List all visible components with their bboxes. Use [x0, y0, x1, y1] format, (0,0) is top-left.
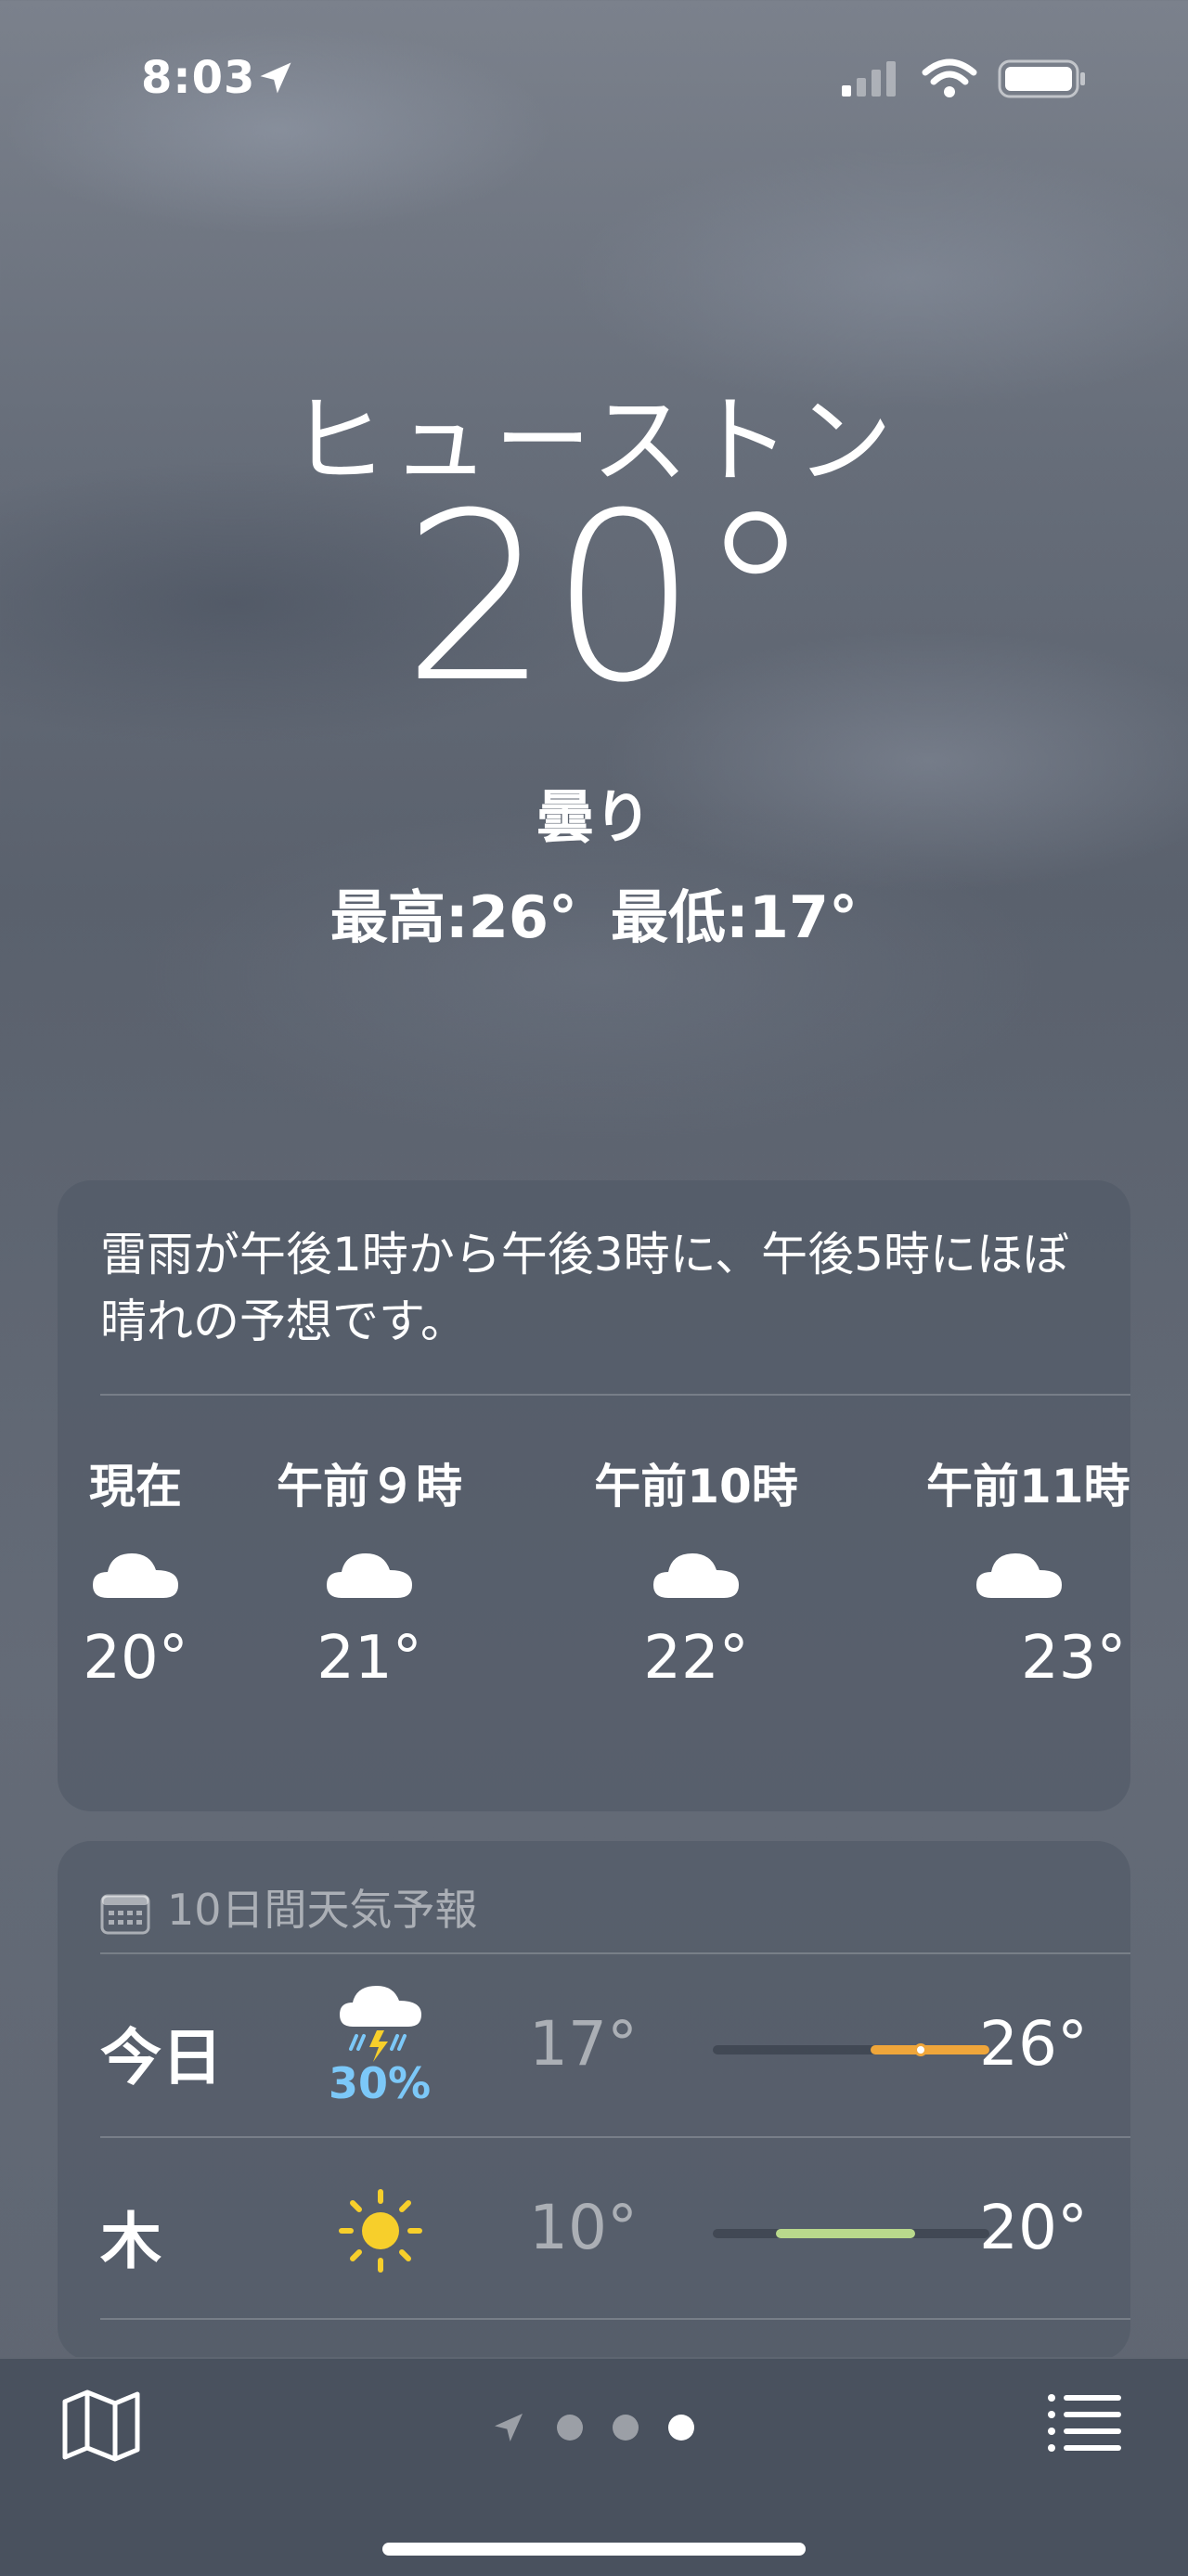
- forecast-row-today[interactable]: 今日 30% 17° 26°: [100, 1956, 1088, 2138]
- hourly-forecast-card[interactable]: 雷雨が午後1時から午後3時に、午後5時にほぼ晴れの予想です。 現在 20° 午前…: [58, 1180, 1130, 1811]
- day-name: 木: [100, 2206, 161, 2277]
- ten-day-forecast-card[interactable]: 10日間天気予報 今日 30% 17° 26° 木 10° 20°: [58, 1841, 1130, 2361]
- divider: [100, 1394, 1130, 1396]
- hour-label: 現在: [89, 1460, 182, 1513]
- location-arrow-icon: [495, 2414, 523, 2441]
- temp-range-fill: [776, 2229, 915, 2238]
- hour-label: 午前９時: [277, 1460, 462, 1513]
- high-temp: 26°: [979, 2008, 1088, 2080]
- location-arrow-icon: [260, 62, 291, 94]
- thunderstorm-icon: [340, 1986, 421, 2062]
- divider: [100, 2136, 1130, 2138]
- current-condition: 曇り: [536, 783, 652, 851]
- high-temp: 最高:26°: [329, 883, 577, 951]
- low-temp: 17°: [529, 2008, 638, 2080]
- cloud-icon: [653, 1553, 739, 1598]
- wifi-icon: [922, 58, 977, 97]
- temp-range-fill: [871, 2045, 989, 2054]
- forecast-title: 10日間天気予報: [167, 1885, 478, 1935]
- cloud-icon: [327, 1553, 412, 1598]
- low-temp: 最低:17°: [611, 883, 859, 951]
- weather-summary: 雷雨が午後1時から午後3時に、午後5時にほぼ晴れの予想です。: [100, 1228, 1069, 1348]
- precip-probability: 30%: [328, 2058, 432, 2108]
- hour-temp: 20°: [83, 1624, 188, 1693]
- page-dot-active[interactable]: [668, 2415, 694, 2441]
- status-bar: 8:03: [0, 0, 1188, 158]
- sun-icon: [339, 2189, 422, 2273]
- low-temp: 10°: [529, 2192, 638, 2263]
- day-name: 今日: [100, 2022, 223, 2093]
- current-temperature: 20°: [402, 463, 814, 733]
- hour-label: 午前11時: [926, 1460, 1130, 1513]
- temp-range-bar: [713, 2043, 989, 2056]
- cellular-signal-icon: [842, 61, 896, 97]
- home-indicator: [382, 2543, 806, 2556]
- divider: [100, 1952, 1130, 1954]
- map-icon[interactable]: [61, 2389, 141, 2463]
- list-icon[interactable]: [1047, 2392, 1123, 2454]
- hour-label: 午前10時: [594, 1460, 798, 1513]
- high-temp: 20°: [979, 2192, 1088, 2263]
- page-dot[interactable]: [557, 2415, 583, 2441]
- cloud-icon: [976, 1553, 1062, 1598]
- high-low: 最高:26° 最低:17°: [0, 870, 1188, 954]
- status-time: 8:03: [141, 52, 256, 104]
- battery-icon: [998, 59, 1085, 98]
- hour-temp: 23°: [1021, 1624, 1127, 1693]
- divider: [100, 2318, 1130, 2320]
- forecast-header: 10日間天気予報: [100, 1876, 478, 1938]
- temp-range-bar: [713, 2229, 989, 2238]
- bottom-toolbar: [0, 2357, 1188, 2576]
- hour-temp: 22°: [643, 1624, 749, 1693]
- page-dot[interactable]: [613, 2415, 639, 2441]
- forecast-row-thursday[interactable]: 木 10° 20°: [100, 2140, 1088, 2322]
- cloud-icon: [93, 1553, 178, 1598]
- hour-temp: 21°: [316, 1624, 422, 1693]
- current-temp-marker: [914, 2043, 927, 2056]
- calendar-icon: [100, 1894, 150, 1934]
